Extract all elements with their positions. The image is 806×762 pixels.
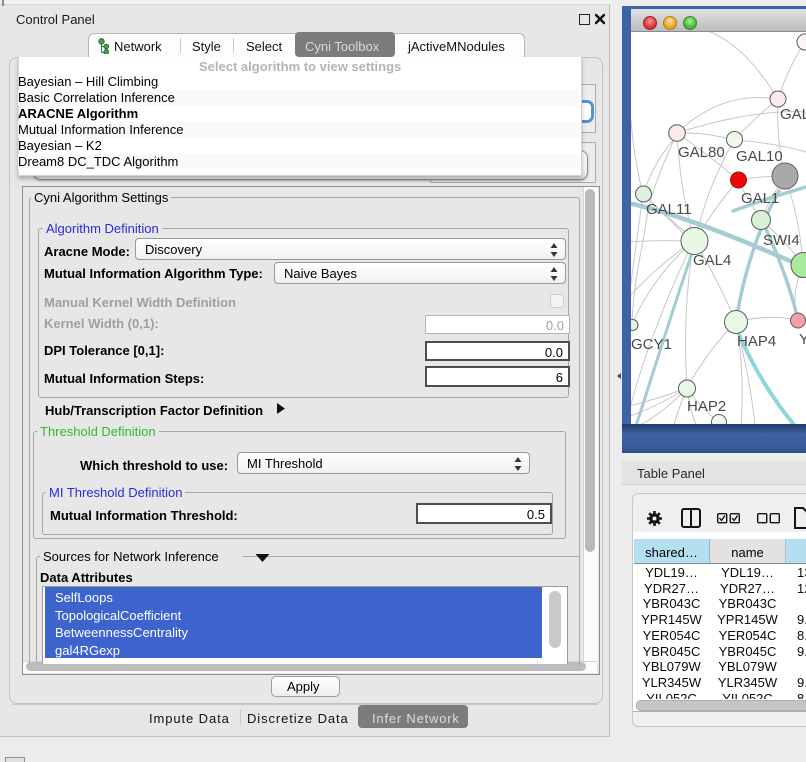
svg-text:GAL1: GAL1 [741,190,779,207]
svg-text:HAP4: HAP4 [737,333,776,350]
svg-text:HAP2: HAP2 [687,398,726,415]
svg-text:GAL80: GAL80 [678,144,725,161]
svg-text:GAL11: GAL11 [646,201,692,218]
svg-text:GAL2: GAL2 [780,106,806,123]
svg-text:SWI4: SWI4 [763,232,800,249]
svg-text:GCY1: GCY1 [631,336,672,353]
svg-text:GAL4: GAL4 [693,252,731,269]
svg-text:GAL10: GAL10 [736,148,783,165]
svg-text:YJL2: YJL2 [799,331,806,348]
